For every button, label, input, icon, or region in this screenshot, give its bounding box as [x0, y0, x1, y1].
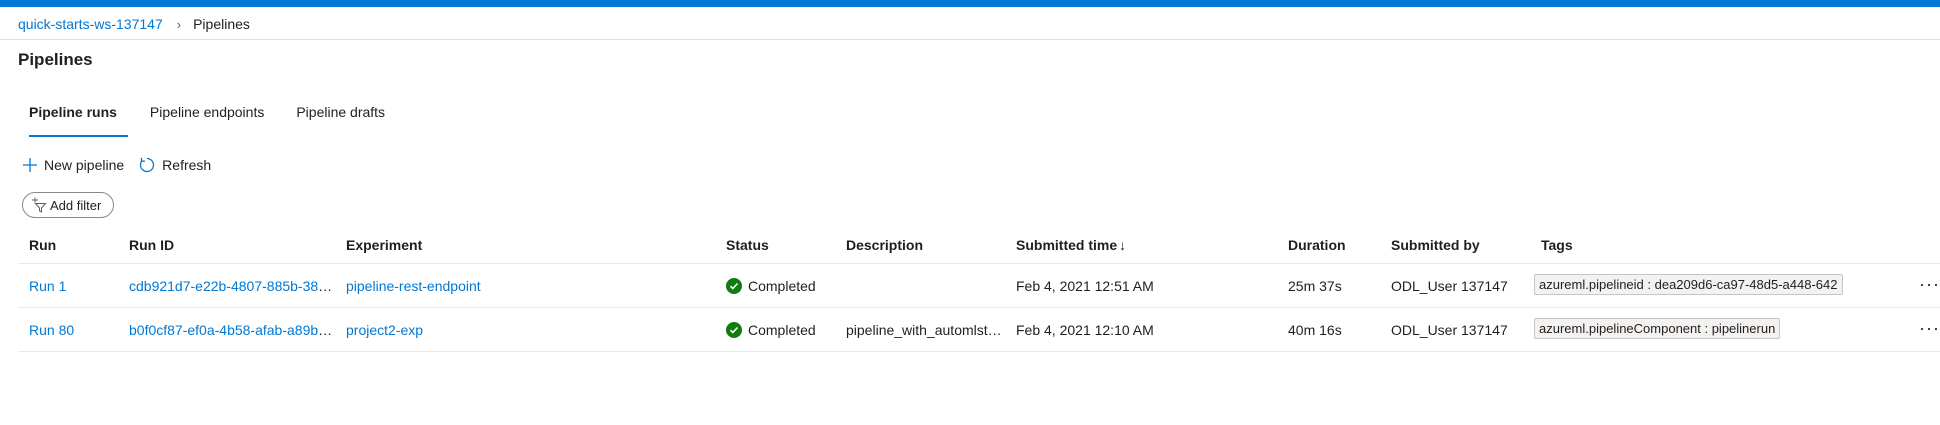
- new-pipeline-label: New pipeline: [44, 157, 125, 173]
- submitted-time-text: Feb 4, 2021 12:51 AM: [1016, 277, 1154, 294]
- column-header-experiment[interactable]: Experiment: [334, 227, 714, 264]
- toolbar: New pipeline Refresh: [22, 155, 211, 175]
- tag-chip: azureml.pipelineComponent : pipelinerun: [1534, 317, 1781, 339]
- add-filter-label: Add filter: [50, 197, 102, 213]
- column-header-tags[interactable]: Tags: [1529, 227, 1940, 264]
- new-pipeline-button[interactable]: New pipeline: [22, 155, 124, 175]
- header-divider: [0, 39, 1940, 40]
- duration-text: 40m 16s: [1288, 321, 1342, 338]
- submitted-by-text: ODL_User 137147: [1391, 277, 1508, 294]
- check-circle-icon: [726, 277, 742, 294]
- column-header-submitted-time[interactable]: Submitted time ↓: [1004, 227, 1276, 264]
- column-header-submitted-time-label: Submitted time: [1016, 237, 1118, 253]
- submitted-time-text: Feb 4, 2021 12:10 AM: [1016, 321, 1154, 338]
- submitted-by-text: ODL_User 137147: [1391, 321, 1508, 338]
- column-header-submitted-by-label: Submitted by: [1391, 237, 1480, 253]
- refresh-icon: [138, 156, 156, 174]
- table-row[interactable]: Run 80 b0f0cf87-ef0a-4b58-afab-a89b7f764…: [18, 307, 1940, 352]
- status-text: Completed: [748, 321, 816, 338]
- column-header-status[interactable]: Status: [714, 227, 834, 264]
- table-row[interactable]: Run 1 cdb921d7-e22b-4807-885b-3837c55d6……: [18, 263, 1940, 308]
- status-text: Completed: [748, 277, 816, 294]
- refresh-label: Refresh: [162, 157, 212, 173]
- duration-text: 25m 37s: [1288, 277, 1342, 294]
- refresh-button[interactable]: Refresh: [138, 155, 211, 175]
- run-id-link[interactable]: b0f0cf87-ef0a-4b58-afab-a89b7f76435e: [117, 322, 334, 338]
- column-header-run[interactable]: Run: [18, 227, 117, 264]
- add-filter-button[interactable]: Add filter: [22, 192, 115, 218]
- sort-descending-icon: ↓: [1119, 237, 1127, 253]
- run-link[interactable]: Run 1: [18, 278, 66, 294]
- filter-icon: [31, 197, 47, 213]
- tab-list: Pipeline runs Pipeline endpoints Pipelin…: [18, 100, 396, 137]
- run-link[interactable]: Run 80: [18, 322, 74, 338]
- tab-pipeline-runs[interactable]: Pipeline runs: [18, 100, 128, 137]
- column-header-description[interactable]: Description: [834, 227, 1004, 264]
- more-icon[interactable]: ···: [1919, 318, 1940, 339]
- tab-pipeline-drafts[interactable]: Pipeline drafts: [285, 100, 396, 134]
- column-header-duration[interactable]: Duration: [1276, 227, 1379, 264]
- status-badge: Completed: [714, 277, 816, 294]
- breadcrumb-current: Pipelines: [193, 16, 250, 32]
- column-header-run-id-label: Run ID: [129, 237, 175, 253]
- tab-pipeline-endpoints[interactable]: Pipeline endpoints: [138, 100, 275, 134]
- column-header-experiment-label: Experiment: [346, 237, 423, 253]
- chevron-right-icon: ›: [176, 16, 182, 32]
- column-header-duration-label: Duration: [1288, 237, 1346, 253]
- table-header-row: Run Run ID Experiment Status Description…: [18, 227, 1940, 264]
- page-title: Pipelines: [18, 50, 93, 69]
- column-header-status-label: Status: [726, 237, 769, 253]
- experiment-link[interactable]: project2-exp: [334, 322, 423, 338]
- add-icon: [22, 157, 38, 173]
- pipeline-runs-table: Run Run ID Experiment Status Description…: [18, 227, 1940, 352]
- column-header-description-label: Description: [846, 237, 924, 253]
- description-text: [834, 278, 846, 294]
- more-icon[interactable]: ···: [1919, 274, 1940, 295]
- status-badge: Completed: [714, 321, 816, 338]
- experiment-link[interactable]: pipeline-rest-endpoint: [334, 278, 481, 294]
- column-header-run-label: Run: [29, 237, 57, 253]
- description-text: pipeline_with_automlst…: [846, 321, 1002, 338]
- column-header-run-id[interactable]: Run ID: [117, 227, 334, 264]
- column-header-tags-label: Tags: [1541, 237, 1573, 253]
- run-id-link[interactable]: cdb921d7-e22b-4807-885b-3837c55d6…: [117, 278, 334, 294]
- breadcrumb-workspace-link[interactable]: quick-starts-ws-137147: [18, 16, 163, 32]
- tag-chip: azureml.pipelineid : dea209d6-ca97-48d5-…: [1534, 273, 1843, 295]
- breadcrumb: quick-starts-ws-137147 › Pipelines: [18, 14, 250, 34]
- check-circle-icon: [726, 321, 742, 338]
- top-accent-bar: [0, 0, 1940, 7]
- column-header-submitted-by[interactable]: Submitted by: [1379, 227, 1529, 264]
